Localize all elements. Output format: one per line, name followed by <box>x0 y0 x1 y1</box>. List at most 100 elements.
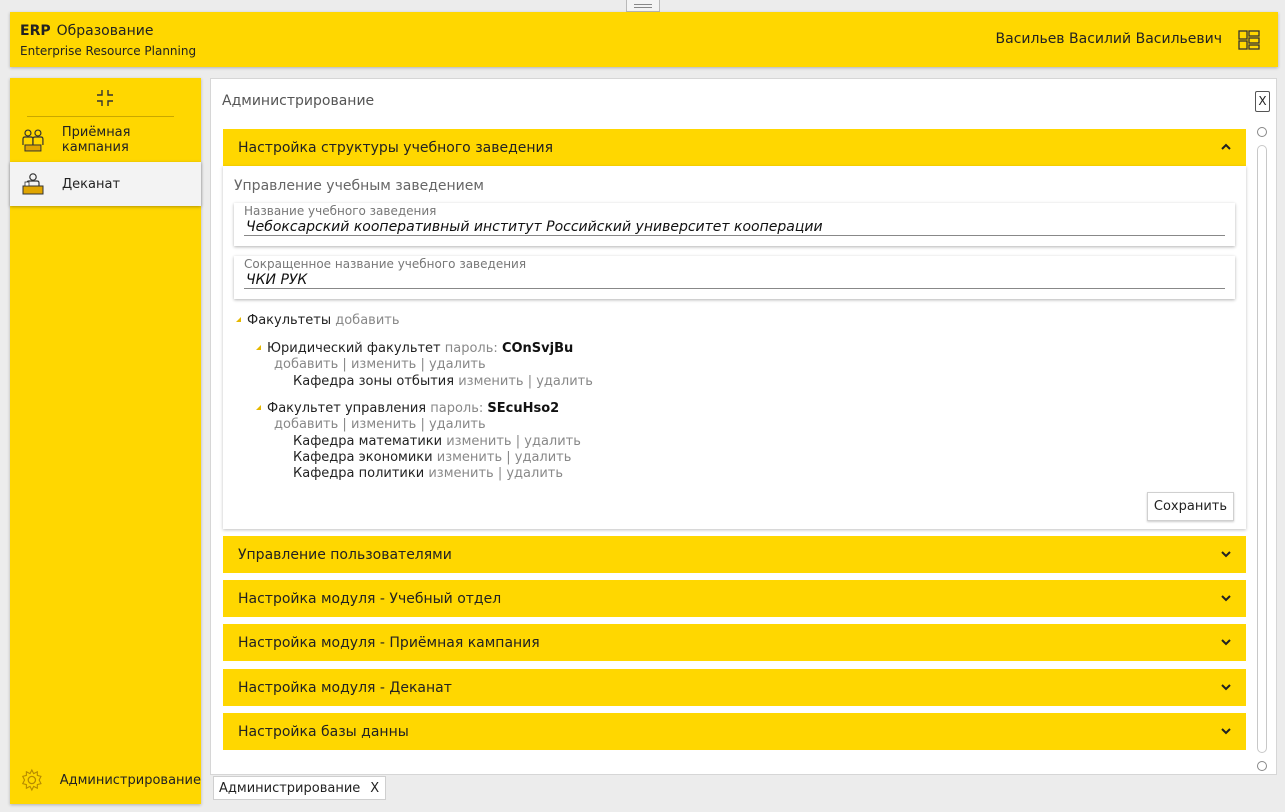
edit-link[interactable]: изменить <box>351 417 416 432</box>
collapse-icon[interactable] <box>95 88 115 108</box>
department-name: Кафедра зоны отбытия <box>293 374 455 389</box>
faculties-node: Факультеты добавить <box>236 313 400 328</box>
accordion-database-header[interactable]: Настройка базы данны <box>223 713 1246 750</box>
edit-link[interactable]: изменить <box>446 434 511 449</box>
accordion-users-header[interactable]: Управление пользователями <box>223 536 1246 573</box>
separator: | <box>342 357 347 372</box>
scrollbar-track[interactable] <box>1257 145 1267 753</box>
faculties-label: Факультеты <box>247 313 332 328</box>
department-name: Кафедра экономики <box>293 450 433 465</box>
chevron-up-icon <box>1221 143 1231 150</box>
sidebar-item-label: Деканат <box>62 176 121 192</box>
sidebar-item-admission[interactable]: Приёмная кампания <box>10 118 201 162</box>
delete-link[interactable]: удалить <box>429 417 486 432</box>
field-underline <box>244 235 1225 236</box>
sidebar-item-dean-office[interactable]: Деканат <box>10 162 201 206</box>
separator: | <box>506 450 511 465</box>
user-name[interactable]: Васильев Василий Васильевич <box>996 31 1222 47</box>
separator: | <box>342 417 347 432</box>
delete-link[interactable]: удалить <box>515 450 572 465</box>
faculty-node: Факультет управления пароль: SEcuHso2 <box>256 401 559 416</box>
faculty-name: Юридический факультет <box>267 341 441 356</box>
field-label: Название учебного заведения <box>244 204 437 218</box>
accordion-admission-header[interactable]: Настройка модуля - Приёмная кампания <box>223 624 1246 661</box>
field-value[interactable]: ЧКИ РУК <box>246 272 307 288</box>
department-node: Кафедра экономики изменить | удалить <box>293 450 571 465</box>
delete-link[interactable]: удалить <box>536 374 593 389</box>
scroll-down-button[interactable] <box>1257 761 1267 771</box>
gear-icon <box>21 768 42 792</box>
app-subtitle: Enterprise Resource Planning <box>20 44 197 58</box>
people-icon <box>22 129 44 152</box>
tab-label: Администрирование <box>219 780 361 796</box>
department-node: Кафедра зоны отбытия изменить | удалить <box>293 374 593 389</box>
institution-short-name-field[interactable]: Сокращенное название учебного заведения … <box>234 256 1235 299</box>
brand-label: ERP <box>20 23 51 39</box>
field-underline <box>244 288 1225 289</box>
accordion-study-dept-header[interactable]: Настройка модуля - Учебный отдел <box>223 580 1246 617</box>
department-name: Кафедра математики <box>293 434 443 449</box>
department-name: Кафедра политики <box>293 466 425 481</box>
accordion-structure-body: Управление учебным заведением Название у… <box>223 166 1246 529</box>
add-link[interactable]: добавить <box>274 357 338 372</box>
chevron-down-icon <box>1221 595 1231 602</box>
accordion-dean-header[interactable]: Настройка модуля - Деканат <box>223 669 1246 706</box>
sidebar: Приёмная кампания Деканат Администрирова… <box>10 78 201 804</box>
accordion-title: Настройка базы данны <box>238 723 409 740</box>
faculty-actions: добавить | изменить | удалить <box>274 357 486 372</box>
delete-link[interactable]: удалить <box>524 434 581 449</box>
edit-link[interactable]: изменить <box>428 466 493 481</box>
add-link[interactable]: добавить <box>274 417 338 432</box>
separator: | <box>527 374 533 389</box>
delete-link[interactable]: удалить <box>429 357 486 372</box>
save-button[interactable]: Сохранить <box>1146 492 1234 521</box>
field-value[interactable]: Чебоксарский кооперативный институт Росс… <box>246 219 823 235</box>
edit-link[interactable]: изменить <box>351 357 416 372</box>
separator: | <box>420 417 425 432</box>
app-header: ERP Образование Enterprise Resource Plann… <box>10 12 1278 67</box>
tab-administration[interactable]: Администрирование X <box>213 776 387 800</box>
edit-link[interactable]: изменить <box>437 450 502 465</box>
sidebar-divider <box>27 116 174 117</box>
chevron-down-icon <box>1221 639 1231 646</box>
scroll-up-button[interactable] <box>1257 127 1267 137</box>
accordion-title: Управление пользователями <box>238 546 452 563</box>
faculty-actions: добавить | изменить | удалить <box>274 417 486 432</box>
accordion-title: Настройка модуля - Деканат <box>238 679 452 696</box>
tab-close-button[interactable]: X <box>370 781 379 796</box>
sidebar-item-administration[interactable]: Администрирование <box>10 758 201 802</box>
close-panel-button[interactable]: X <box>1255 91 1270 112</box>
accordion-title: Настройка модуля - Приёмная кампания <box>238 634 540 651</box>
app-logo: ERP Образование <box>20 23 153 39</box>
password-label: пароль: <box>430 401 484 416</box>
accordion-structure-header[interactable]: Настройка структуры учебного заведения <box>223 129 1246 166</box>
password-value: COnSvjBu <box>501 341 574 356</box>
accordion-title: Настройка модуля - Учебный отдел <box>238 590 502 607</box>
field-label: Сокращенное название учебного заведения <box>244 257 527 271</box>
institution-name-field[interactable]: Название учебного заведения Чебоксарский… <box>234 203 1235 246</box>
add-faculty-link[interactable]: добавить <box>335 313 399 328</box>
delete-link[interactable]: удалить <box>506 466 563 481</box>
expand-triangle-icon[interactable] <box>256 345 261 350</box>
password-label: пароль: <box>444 341 498 356</box>
product-label: Образование <box>56 23 154 39</box>
expand-triangle-icon[interactable] <box>236 317 241 322</box>
page-title: Администрирование <box>222 93 375 109</box>
chevron-down-icon <box>1221 551 1231 558</box>
window-resize-grip[interactable] <box>626 0 660 12</box>
layout-switch-icon[interactable] <box>1238 29 1260 51</box>
separator: | <box>515 434 521 449</box>
expand-triangle-icon[interactable] <box>256 405 261 410</box>
faculty-node: Юридический факультет пароль: COnSvjBu <box>256 341 573 356</box>
sidebar-item-label: Администрирование <box>59 772 201 788</box>
edit-link[interactable]: изменить <box>458 374 523 389</box>
department-node: Кафедра политики изменить | удалить <box>293 466 563 481</box>
accordion-title: Настройка структуры учебного заведения <box>238 139 554 156</box>
chevron-down-icon <box>1221 684 1231 691</box>
department-node: Кафедра математики изменить | удалить <box>293 434 581 449</box>
main-panel: Администрирование X Настройка структуры … <box>210 78 1277 775</box>
dean-office-icon <box>22 173 44 195</box>
chevron-down-icon <box>1221 728 1231 735</box>
password-value: SEcuHso2 <box>487 401 560 416</box>
separator: | <box>497 466 503 481</box>
